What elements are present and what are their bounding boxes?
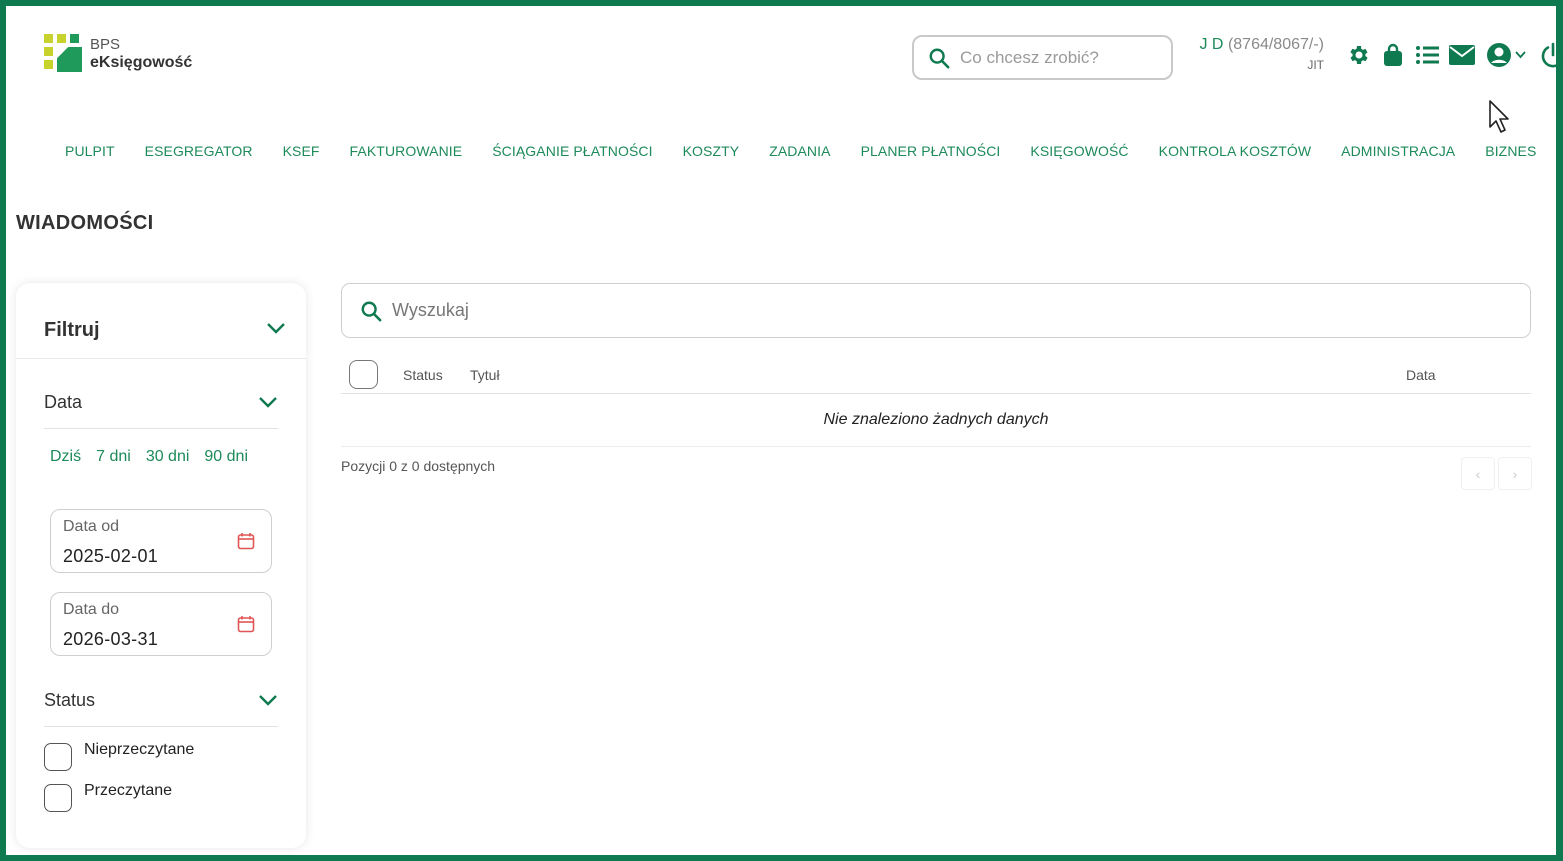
- status-unread-label: Nieprzeczytane: [84, 741, 195, 758]
- date-from-value[interactable]: 2025-02-01: [63, 546, 158, 567]
- prev-page-button[interactable]: ‹: [1461, 457, 1495, 490]
- status-section-header[interactable]: Status: [44, 681, 278, 727]
- power-icon[interactable]: [1540, 42, 1563, 68]
- date-to-value[interactable]: 2026-03-31: [63, 629, 158, 650]
- empty-state-row: Nie znaleziono żadnych danych: [341, 394, 1531, 447]
- select-all-checkbox[interactable]: [349, 360, 378, 389]
- header-toolbar: [1346, 42, 1563, 68]
- bag-icon[interactable]: [1380, 43, 1406, 67]
- table-header: Status Tytuł Data: [341, 356, 1531, 394]
- pagination-info: Pozycji 0 z 0 dostępnych: [341, 458, 496, 474]
- nav-item-esegregator[interactable]: ESEGREGATOR: [145, 143, 253, 159]
- quick-range-30[interactable]: 30 dni: [146, 448, 190, 466]
- nav-item-planer-platnosci[interactable]: PLANER PŁATNOŚCI: [861, 143, 1001, 159]
- status-section-title: Status: [44, 690, 96, 710]
- filter-header[interactable]: Filtruj: [16, 283, 306, 359]
- global-search-input[interactable]: [960, 47, 1160, 68]
- global-search[interactable]: [912, 35, 1173, 80]
- messages-search[interactable]: [341, 283, 1531, 338]
- nav-item-ksiegowosc[interactable]: KSIĘGOWOŚĆ: [1030, 143, 1128, 159]
- chevron-down-icon[interactable]: [266, 321, 286, 339]
- column-status[interactable]: Status: [403, 367, 443, 383]
- page-title: WIADOMOŚCI: [16, 212, 154, 234]
- pagination: ‹ ›: [1461, 457, 1535, 490]
- user-code: (8764/8067/-): [1227, 36, 1324, 53]
- messages-search-input[interactable]: [392, 300, 1492, 321]
- chevron-down-icon[interactable]: [258, 693, 278, 711]
- brand-line1: BPS: [90, 36, 121, 53]
- status-read-label: Przeczytane: [84, 782, 173, 799]
- date-to-label: Data do: [63, 601, 120, 618]
- date-from-label: Data od: [63, 518, 120, 535]
- chevron-down-icon[interactable]: [258, 395, 278, 413]
- nav-item-fakturowanie[interactable]: FAKTUROWANIE: [350, 143, 463, 159]
- brand-line2: eKsięgowość: [90, 54, 193, 71]
- date-from-field[interactable]: Data od 2025-02-01: [50, 509, 272, 573]
- nav-item-zadania[interactable]: ZADANIA: [769, 143, 830, 159]
- gear-icon[interactable]: [1346, 43, 1372, 67]
- status-option-read[interactable]: Przeczytane: [44, 782, 173, 812]
- calendar-icon[interactable]: [237, 532, 255, 555]
- user-sub: JIT: [1307, 58, 1324, 72]
- status-option-unread[interactable]: Nieprzeczytane: [44, 741, 195, 771]
- status-read-checkbox[interactable]: [44, 784, 72, 812]
- filter-panel: Filtruj Data Dziś 7 dni 30 dni 90 dni Da…: [16, 283, 306, 848]
- chevron-down-icon[interactable]: [1514, 51, 1526, 59]
- quick-range-7[interactable]: 7 dni: [96, 448, 131, 466]
- nav-item-sciaganie-platnosci[interactable]: ŚCIĄGANIE PŁATNOŚCI: [492, 143, 652, 159]
- main-nav: PULPIT ESEGREGATOR KSEF FAKTUROWANIE ŚCI…: [65, 143, 1563, 159]
- nav-item-pulpit[interactable]: PULPIT: [65, 143, 115, 159]
- logo-mark-icon: [44, 34, 84, 74]
- list-icon[interactable]: [1414, 44, 1440, 66]
- filter-title: Filtruj: [44, 319, 100, 341]
- nav-item-koszty[interactable]: KOSZTY: [683, 143, 740, 159]
- nav-item-biznes[interactable]: BIZNES: [1485, 143, 1536, 159]
- column-date[interactable]: Data: [1406, 367, 1436, 383]
- nav-item-kontrola-kosztow[interactable]: KONTROLA KOSZTÓW: [1159, 143, 1312, 159]
- next-page-button[interactable]: ›: [1498, 457, 1532, 490]
- user-circle-icon[interactable]: [1486, 42, 1512, 68]
- brand-logo[interactable]: BPS eKsięgowość: [44, 34, 192, 74]
- mail-icon[interactable]: [1448, 45, 1476, 65]
- search-icon: [360, 300, 382, 322]
- app-window: BPS eKsięgowość J D (8764/8067/-) JIT: [0, 0, 1563, 861]
- date-section-header[interactable]: Data: [44, 383, 278, 429]
- nav-item-ksef[interactable]: KSEF: [283, 143, 320, 159]
- date-to-field[interactable]: Data do 2026-03-31: [50, 592, 272, 656]
- date-section-title: Data: [44, 392, 83, 412]
- calendar-icon[interactable]: [237, 615, 255, 638]
- nav-item-administracja[interactable]: ADMINISTRACJA: [1341, 143, 1455, 159]
- quick-date-ranges: Dziś 7 dni 30 dni 90 dni: [50, 448, 263, 466]
- user-name: J D: [1199, 36, 1224, 53]
- quick-range-90[interactable]: 90 dni: [204, 448, 248, 466]
- status-unread-checkbox[interactable]: [44, 743, 72, 771]
- search-icon: [928, 47, 950, 69]
- column-title[interactable]: Tytuł: [470, 367, 500, 383]
- quick-range-today[interactable]: Dziś: [50, 448, 81, 466]
- user-info[interactable]: J D (8764/8067/-) JIT: [1188, 36, 1324, 72]
- mouse-cursor-icon: [1489, 100, 1513, 139]
